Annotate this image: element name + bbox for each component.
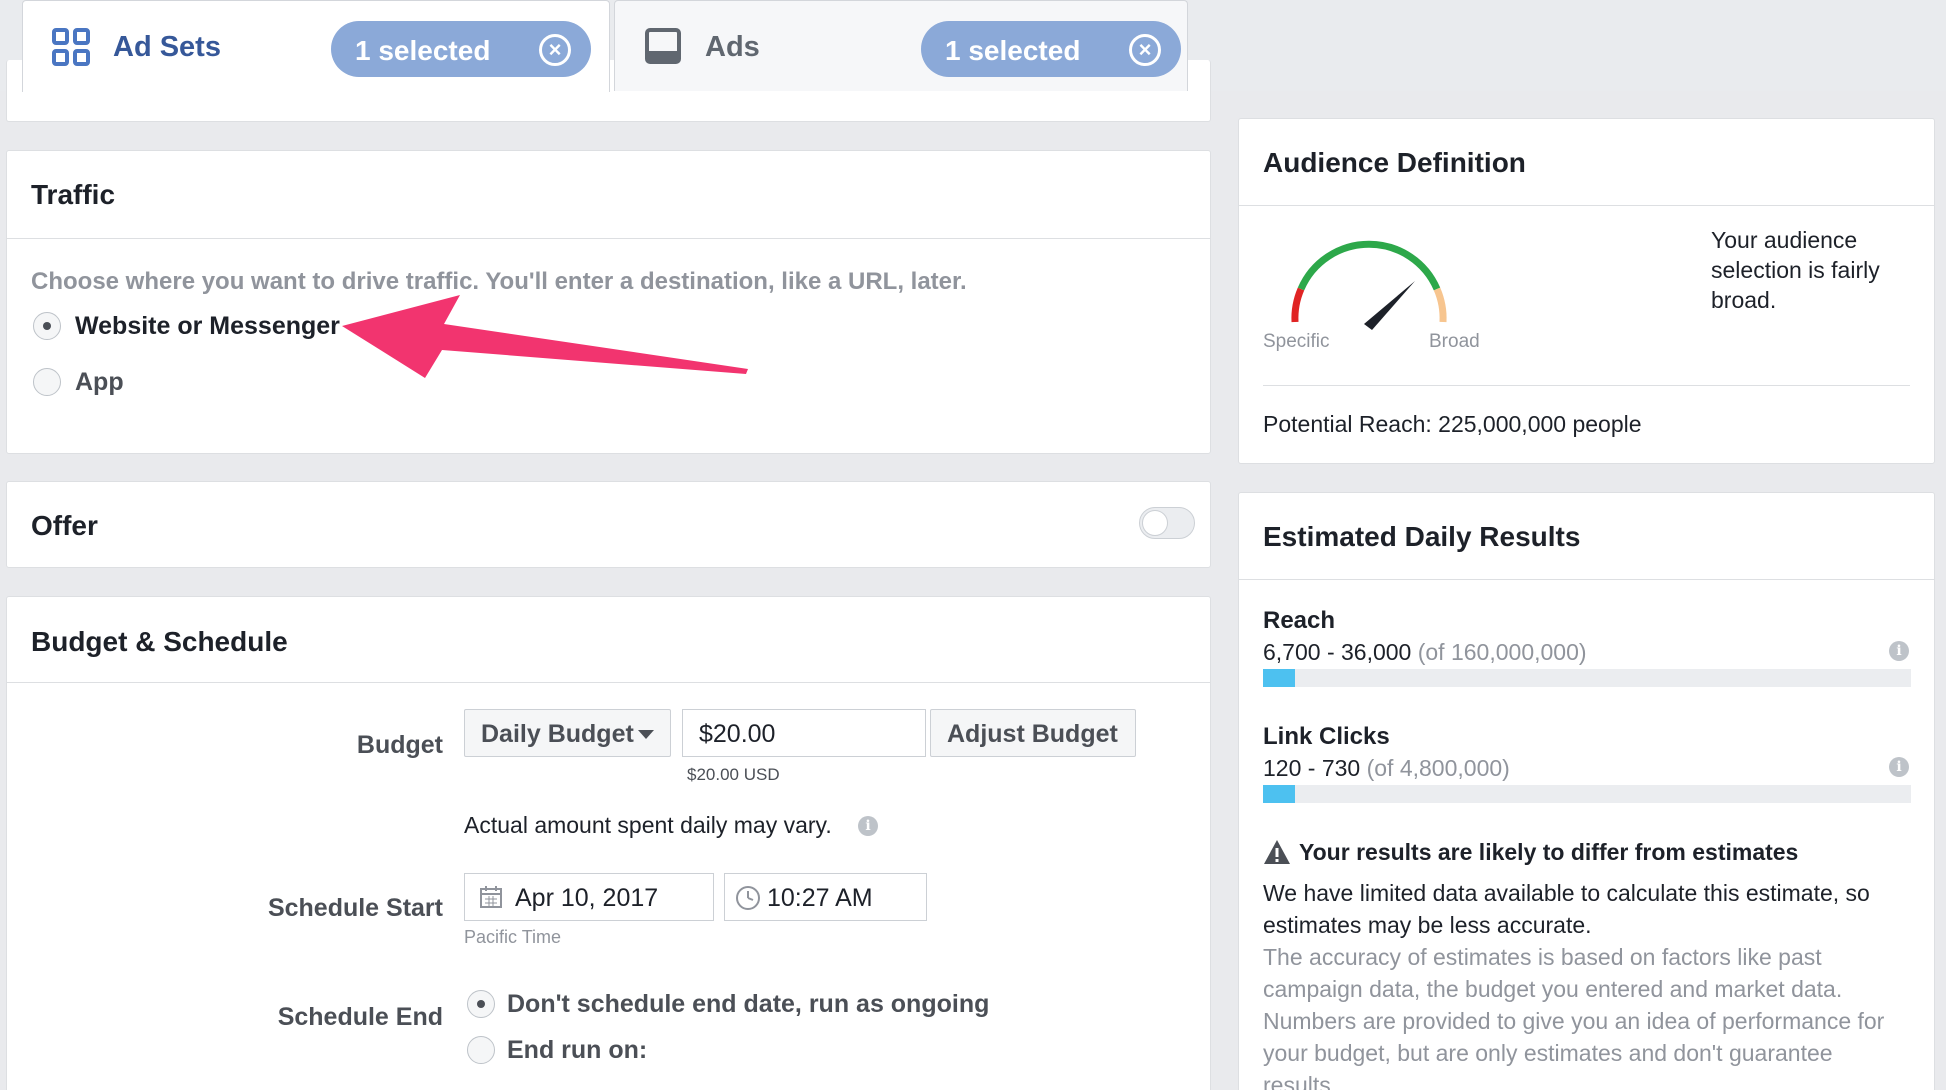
app-label[interactable]: App xyxy=(75,368,124,397)
tab-ad-sets-label: Ad Sets xyxy=(113,31,221,63)
budget-schedule-title: Budget & Schedule xyxy=(31,626,288,657)
tab-bar: Ad Sets 1 selected × Ads 1 selected × xyxy=(0,0,1946,92)
budget-schedule-card: Budget & Schedule Budget Daily Budget $2… xyxy=(6,596,1211,1090)
reach-bar-fill xyxy=(1263,669,1296,687)
clock-icon xyxy=(736,886,760,910)
end-run-label[interactable]: End run on: xyxy=(507,1036,647,1065)
end-run-radio[interactable] xyxy=(467,1036,495,1064)
divider xyxy=(1239,205,1934,206)
warning-icon xyxy=(1264,840,1290,864)
start-time-value: 10:27 AM xyxy=(767,884,873,912)
ad-sets-selected-pill[interactable]: 1 selected × xyxy=(331,21,591,77)
audience-description: Your audience selection is fairly broad. xyxy=(1711,227,1880,313)
ads-selected-count: 1 selected xyxy=(945,35,1081,66)
start-date-input[interactable]: Apr 10, 2017 xyxy=(464,873,714,921)
info-icon[interactable]: i xyxy=(1889,757,1909,777)
divider xyxy=(1239,579,1934,580)
ad-sets-selected-count: 1 selected xyxy=(355,35,491,66)
gauge-specific-label: Specific xyxy=(1263,331,1330,352)
link-clicks-total: (of 4,800,000) xyxy=(1366,755,1510,781)
tab-ads-label: Ads xyxy=(705,31,760,63)
schedule-start-label: Schedule Start xyxy=(267,894,443,922)
tab-ad-sets[interactable]: Ad Sets 1 selected × xyxy=(22,0,610,92)
grid-icon xyxy=(52,28,90,66)
link-clicks-metric-values: 120 - 730 (of 4,800,000) xyxy=(1263,755,1510,782)
divider xyxy=(7,238,1210,239)
info-icon[interactable]: i xyxy=(1889,641,1909,661)
reach-range: 6,700 - 36,000 xyxy=(1263,639,1412,665)
website-messenger-radio[interactable] xyxy=(33,312,61,340)
clear-selection-icon[interactable]: × xyxy=(1129,34,1161,66)
calendar-icon xyxy=(480,886,502,908)
website-messenger-label[interactable]: Website or Messenger xyxy=(75,312,340,341)
offer-title: Offer xyxy=(31,510,98,541)
audience-title: Audience Definition xyxy=(1263,147,1526,178)
ads-selected-pill[interactable]: 1 selected × xyxy=(921,21,1181,77)
estimates-disclaimer: The accuracy of estimates is based on fa… xyxy=(1263,944,1885,1090)
audience-definition-card: Audience Definition Specific Broad Your … xyxy=(1238,118,1935,464)
traffic-title: Traffic xyxy=(31,179,116,210)
tab-ads[interactable]: Ads 1 selected × xyxy=(614,0,1188,91)
clear-selection-icon[interactable]: × xyxy=(539,34,571,66)
estimated-results-title: Estimated Daily Results xyxy=(1263,521,1581,552)
reach-metric-values: 6,700 - 36,000 (of 160,000,000) xyxy=(1263,639,1587,666)
potential-reach: Potential Reach: 225,000,000 people xyxy=(1263,411,1642,437)
start-time-input[interactable]: 10:27 AM xyxy=(724,873,927,921)
budget-label: Budget xyxy=(356,731,443,759)
link-clicks-metric-name: Link Clicks xyxy=(1263,723,1390,750)
estimated-results-card: Estimated Daily Results Reach 6,700 - 36… xyxy=(1238,492,1935,1090)
warning-title: Your results are likely to differ from e… xyxy=(1299,839,1799,865)
gauge-broad-label: Broad xyxy=(1429,331,1480,352)
adjust-budget-button[interactable]: Adjust Budget xyxy=(930,709,1136,757)
budget-currency-note: $20.00 USD xyxy=(687,765,780,784)
app-radio[interactable] xyxy=(33,368,61,396)
start-date-value: Apr 10, 2017 xyxy=(515,884,659,912)
adjust-budget-label: Adjust Budget xyxy=(947,720,1118,748)
info-icon[interactable]: i xyxy=(858,816,878,836)
ongoing-label[interactable]: Don't schedule end date, run as ongoing xyxy=(507,990,989,1019)
reach-total: (of 160,000,000) xyxy=(1417,639,1587,665)
reach-metric-name: Reach xyxy=(1263,607,1336,634)
budget-amount-value: $20.00 xyxy=(699,720,776,748)
audience-gauge xyxy=(1291,240,1447,330)
divider xyxy=(7,682,1210,683)
chevron-down-icon xyxy=(638,730,654,739)
toggle-knob xyxy=(1142,510,1168,536)
budget-amount-input[interactable]: $20.00 xyxy=(682,709,926,757)
budget-type-value: Daily Budget xyxy=(481,720,634,748)
schedule-end-label: Schedule End xyxy=(277,1003,443,1031)
link-clicks-range: 120 - 730 xyxy=(1263,755,1361,781)
divider xyxy=(1263,385,1910,386)
link-clicks-bar xyxy=(1263,785,1911,803)
vary-note: Actual amount spent daily may vary. xyxy=(464,812,832,838)
link-clicks-bar-fill xyxy=(1263,785,1296,803)
warning-body: We have limited data available to calcul… xyxy=(1263,880,1870,938)
ad-preview-icon xyxy=(645,28,681,64)
timezone-note: Pacific Time xyxy=(464,927,562,947)
budget-type-dropdown[interactable]: Daily Budget xyxy=(464,709,671,757)
reach-bar xyxy=(1263,669,1911,687)
ongoing-radio[interactable] xyxy=(467,990,495,1018)
annotation-arrow-icon xyxy=(342,295,748,378)
offer-toggle[interactable] xyxy=(1139,507,1195,539)
offer-card: Offer xyxy=(6,481,1211,568)
